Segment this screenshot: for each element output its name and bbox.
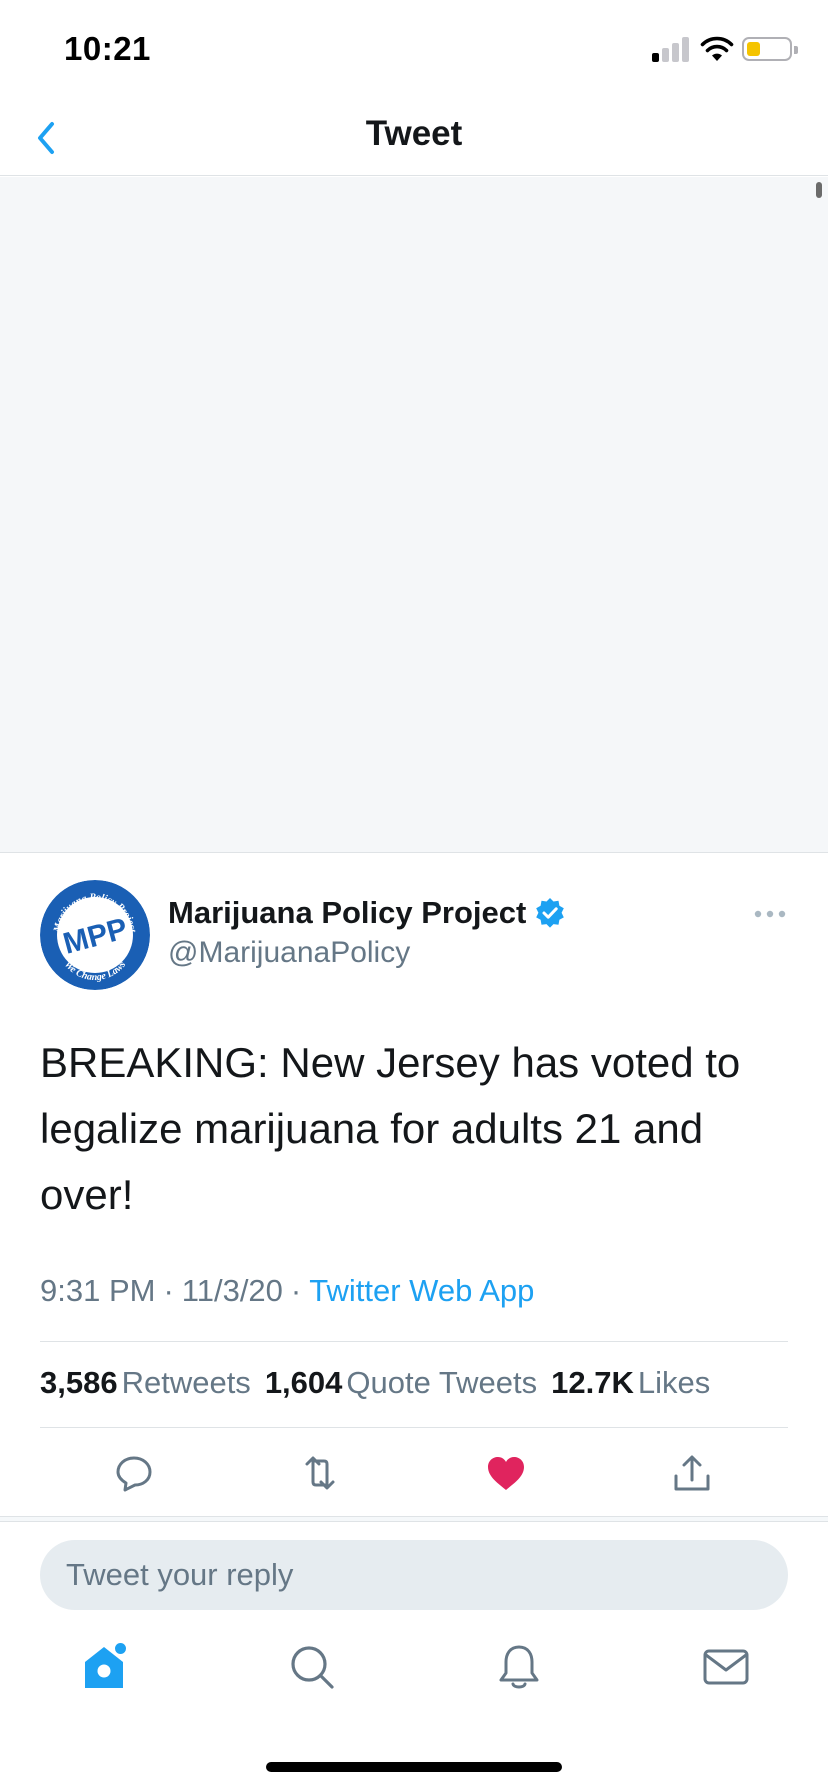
tweet-media-placeholder[interactable] xyxy=(0,177,828,853)
retweets-label: Retweets xyxy=(121,1365,251,1400)
avatar[interactable]: Marijuana Policy Project We Change Laws … xyxy=(40,880,150,990)
reply-input[interactable] xyxy=(40,1540,788,1610)
likes-count: 12.7K xyxy=(551,1365,634,1400)
notifications-icon[interactable] xyxy=(494,1642,544,1692)
reply-icon[interactable] xyxy=(113,1452,155,1494)
cellular-signal-icon xyxy=(652,36,690,62)
tweet-source-link[interactable]: Twitter Web App xyxy=(309,1273,534,1308)
quote-tweets-count: 1,604 xyxy=(264,1365,343,1400)
meta-separator: · xyxy=(163,1273,174,1308)
divider xyxy=(40,1341,788,1342)
verified-badge-icon xyxy=(536,898,565,928)
navigation-header: Tweet xyxy=(0,100,828,176)
meta-separator: · xyxy=(290,1273,302,1308)
divider xyxy=(40,1427,788,1428)
search-icon[interactable] xyxy=(287,1642,337,1692)
likes-label: Likes xyxy=(637,1365,711,1400)
retweet-icon[interactable] xyxy=(299,1452,341,1494)
messages-icon[interactable] xyxy=(701,1642,751,1692)
author-name-row[interactable]: Marijuana Policy Project xyxy=(168,893,566,933)
home-indicator xyxy=(266,1762,562,1772)
battery-icon xyxy=(742,37,798,61)
wifi-icon xyxy=(700,36,734,61)
engagement-stats: 3,586 Retweets 1,604 Quote Tweets 12.7K Likes xyxy=(40,1365,724,1401)
tweet-text: BREAKING: New Jersey has voted to legali… xyxy=(40,1039,741,1218)
retweets-count: 3,586 xyxy=(40,1365,118,1400)
author-name: Marijuana Policy Project xyxy=(168,895,527,930)
retweets-stat[interactable]: 3,586 Retweets xyxy=(40,1365,251,1400)
page-title: Tweet xyxy=(365,114,463,153)
section-divider xyxy=(0,1516,828,1522)
tweet-time: 9:31 PM xyxy=(40,1273,156,1308)
like-icon[interactable] xyxy=(485,1452,527,1494)
new-content-dot xyxy=(115,1643,126,1654)
status-bar: 10:21 xyxy=(0,0,828,100)
likes-stat[interactable]: 12.7K Likes xyxy=(551,1365,710,1400)
quote-tweets-label: Quote Tweets xyxy=(346,1365,538,1400)
share-icon[interactable] xyxy=(671,1452,713,1494)
tweet-date: 11/3/20 xyxy=(181,1273,283,1308)
quote-tweets-stat[interactable]: 1,604 Quote Tweets xyxy=(265,1365,537,1400)
scroll-indicator xyxy=(816,182,822,198)
more-options-icon[interactable] xyxy=(752,904,788,924)
status-time: 10:21 xyxy=(64,30,151,67)
tweet-detail-screen: 10:21 Tweet Marijuana Policy Project We … xyxy=(0,0,828,1792)
tweet-metadata: 9:31 PM · 11/3/20 · Twitter Web App xyxy=(40,1273,534,1309)
tweet-actions xyxy=(0,1450,828,1500)
author-handle[interactable]: @MarijuanaPolicy xyxy=(168,936,410,970)
